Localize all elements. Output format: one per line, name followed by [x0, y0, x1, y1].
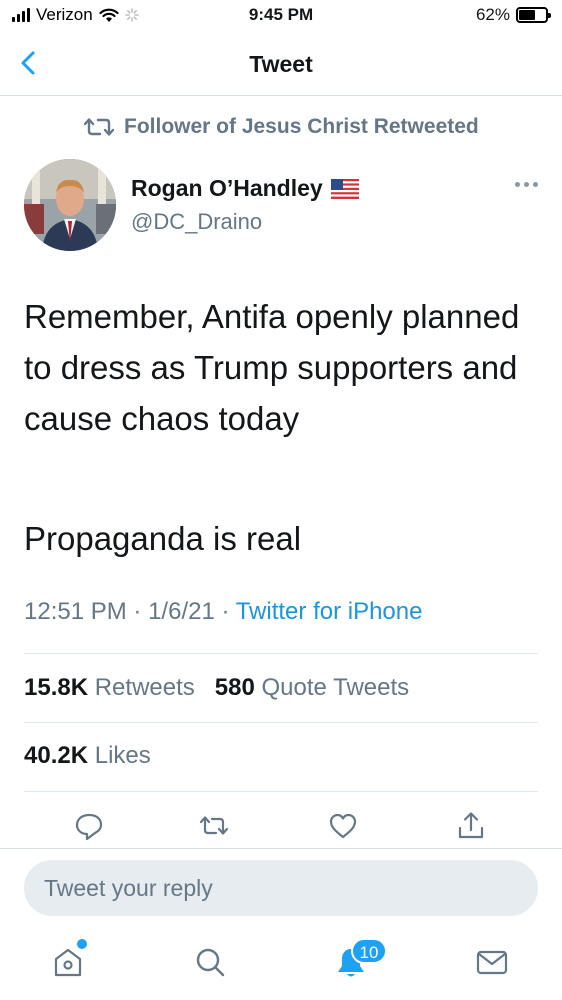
divider	[24, 653, 538, 654]
tweet-text: Remember, Antifa openly planned to dress…	[24, 298, 520, 437]
author-name-label: Rogan O’Handley	[131, 175, 323, 201]
more-options-icon[interactable]	[515, 182, 538, 187]
divider	[24, 791, 538, 792]
search-icon[interactable]	[192, 944, 228, 980]
retweet-action-icon[interactable]	[198, 810, 230, 842]
us-flag-icon	[330, 178, 359, 199]
retweets-count: 15.8K	[24, 674, 89, 701]
author-handle[interactable]: @DC_Draino	[131, 209, 262, 235]
tweet-actions	[0, 810, 562, 850]
likes-count: 40.2K	[24, 742, 89, 769]
tweet-date: 1/6/21	[148, 598, 215, 625]
page-title: Tweet	[249, 51, 313, 77]
divider	[24, 722, 538, 723]
retweet-icon	[84, 118, 114, 136]
meta-separator: ·	[221, 598, 236, 625]
tweet-time: 12:51 PM	[24, 598, 127, 625]
retweet-context[interactable]: Follower of Jesus Christ Retweeted	[84, 115, 479, 139]
share-icon[interactable]	[455, 810, 487, 842]
reply-bar: Tweet your reply	[0, 848, 562, 928]
tweet-text-line2: Propaganda is real	[24, 520, 302, 557]
home-icon[interactable]	[50, 944, 86, 980]
quote-count: 580	[214, 674, 255, 701]
meta-separator: ·	[133, 598, 149, 625]
battery-fill	[519, 10, 536, 20]
reply-input[interactable]: Tweet your reply	[24, 860, 538, 916]
like-icon[interactable]	[327, 810, 359, 842]
retweet-context-label: Follower of Jesus Christ Retweeted	[124, 115, 479, 138]
retweets-stat[interactable]: 15.8K Retweets	[24, 674, 195, 701]
tweet-meta: 12:51 PM · 1/6/21 · Twitter for iPhone	[24, 598, 422, 626]
likes-stat[interactable]: 40.2K Likes	[24, 742, 151, 770]
battery-percent: 62%	[475, 5, 510, 24]
home-unread-dot	[77, 939, 87, 949]
author-name[interactable]: Rogan O’Handley	[131, 175, 359, 202]
reply-placeholder: Tweet your reply	[44, 874, 213, 901]
reply-icon[interactable]	[73, 810, 105, 842]
status-bar: Verizon 9:45 PM 62%	[0, 0, 562, 34]
nav-bar: Tweet	[0, 34, 562, 96]
retweets-label: Retweets	[94, 674, 195, 701]
avatar[interactable]	[24, 159, 116, 251]
quote-tweets-stat[interactable]: 580 Quote Tweets	[215, 674, 409, 701]
likes-label: Likes	[94, 742, 151, 769]
quote-label: Quote Tweets	[261, 674, 410, 701]
battery-icon	[516, 7, 551, 23]
avatar-image	[24, 159, 116, 251]
retweet-stats: 15.8K Retweets 580 Quote Tweets	[24, 674, 409, 702]
messages-icon[interactable]	[474, 944, 510, 980]
tweet-source-link[interactable]: Twitter for iPhone	[236, 598, 423, 625]
notification-badge: 10	[351, 938, 387, 964]
status-right: 62%	[475, 5, 551, 25]
